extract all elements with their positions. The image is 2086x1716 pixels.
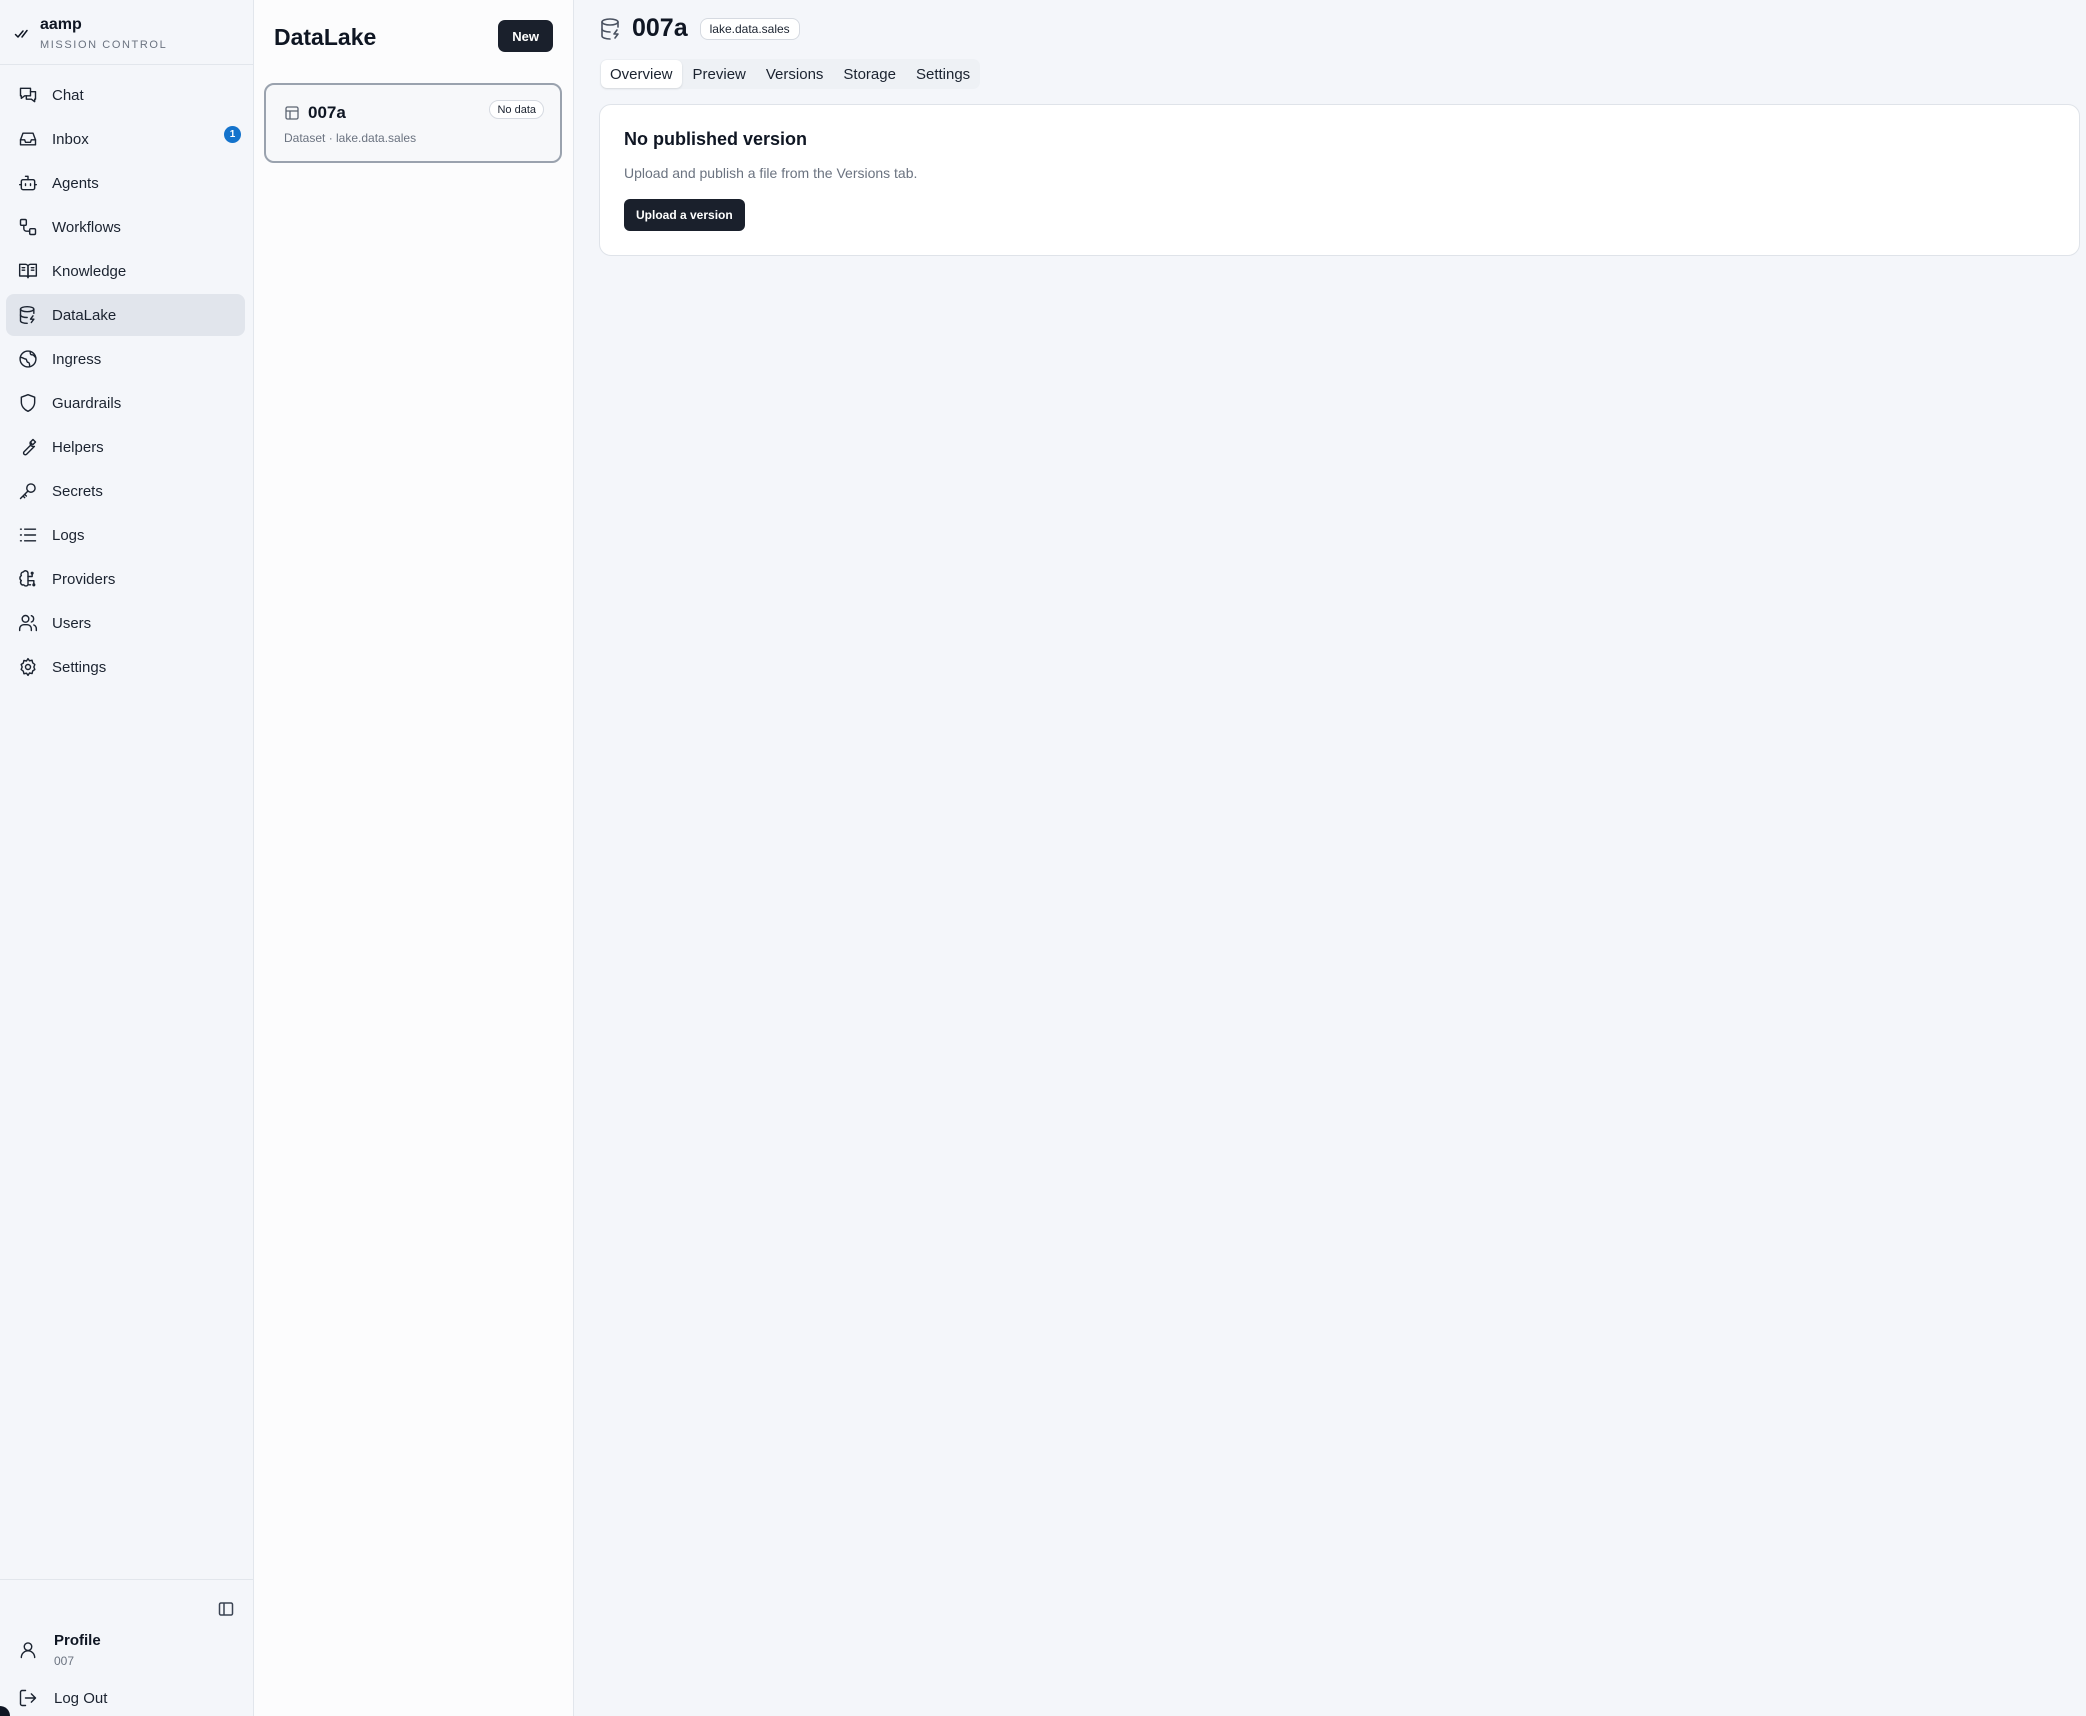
- globe-icon: [18, 349, 38, 369]
- chat-icon: [18, 85, 38, 105]
- book-icon: [18, 261, 38, 281]
- sidebar-item-settings[interactable]: Settings: [6, 646, 245, 688]
- workflow-icon: [18, 217, 38, 237]
- tab-storage[interactable]: Storage: [834, 60, 905, 88]
- users-icon: [18, 613, 38, 633]
- sidebar-item-secrets[interactable]: Secrets: [6, 470, 245, 512]
- sidebar-footer: Profile 007 Log Out: [0, 1579, 253, 1716]
- inbox-count-badge: 1: [224, 126, 241, 143]
- sidebar-item-label: Helpers: [52, 438, 104, 456]
- sidebar-item-label: Secrets: [52, 482, 103, 500]
- sidebar-nav: Chat Inbox 1 Agents Workflows Knowledge …: [0, 65, 253, 688]
- logout-label: Log Out: [54, 1689, 108, 1707]
- sidebar-item-label: Settings: [52, 658, 107, 676]
- detail-tabs: Overview Preview Versions Storage Settin…: [600, 59, 981, 89]
- sidebar: aamp MISSION CONTROL Chat Inbox 1 Agents…: [0, 0, 254, 1716]
- dataset-card[interactable]: 007a No data Dataset · lake.data.sales: [264, 83, 562, 163]
- list-icon: [18, 525, 38, 545]
- sidebar-item-inbox[interactable]: Inbox 1: [6, 118, 245, 160]
- sidebar-item-label: Chat: [52, 86, 84, 104]
- sidebar-item-agents[interactable]: Agents: [6, 162, 245, 204]
- overview-panel: No published version Upload and publish …: [599, 104, 2080, 256]
- profile-username: 007: [54, 1654, 75, 1668]
- sidebar-item-label: Knowledge: [52, 262, 127, 280]
- sidebar-item-label: Providers: [52, 570, 116, 588]
- tab-preview[interactable]: Preview: [684, 60, 755, 88]
- sidebar-item-label: Inbox: [52, 130, 89, 148]
- list-title: DataLake: [274, 24, 377, 50]
- tab-settings[interactable]: Settings: [907, 60, 979, 88]
- sidebar-item-label: Guardrails: [52, 394, 122, 412]
- detail-header: 007a lake.data.sales: [600, 14, 800, 43]
- key-icon: [18, 481, 38, 501]
- sidebar-item-label: Workflows: [52, 218, 121, 236]
- dataset-path-tag: lake.data.sales: [699, 17, 800, 40]
- tab-versions[interactable]: Versions: [757, 60, 833, 88]
- sidebar-item-label: Logs: [52, 526, 85, 544]
- dataset-card-subtitle: Dataset · lake.data.sales: [284, 131, 417, 145]
- sidebar-item-ingress[interactable]: Ingress: [6, 338, 245, 380]
- sidebar-item-workflows[interactable]: Workflows: [6, 206, 245, 248]
- sidebar-item-datalake[interactable]: DataLake: [6, 294, 245, 336]
- sidebar-item-label: Agents: [52, 174, 99, 192]
- dataset-detail: 007a lake.data.sales Overview Preview Ve…: [574, 0, 2086, 1716]
- sidebar-item-label: Ingress: [52, 350, 102, 368]
- shield-icon: [18, 393, 38, 413]
- sidebar-item-logs[interactable]: Logs: [6, 514, 245, 556]
- app: aamp MISSION CONTROL Chat Inbox 1 Agents…: [0, 0, 2086, 1716]
- gear-icon: [18, 657, 38, 677]
- brand[interactable]: aamp MISSION CONTROL: [0, 0, 253, 65]
- brand-logo-icon: [14, 29, 28, 38]
- logout-button[interactable]: Log Out: [18, 1688, 107, 1708]
- dataset-status-badge: No data: [489, 100, 544, 119]
- table-icon: [284, 105, 300, 121]
- inbox-icon: [18, 129, 38, 149]
- sidebar-item-users[interactable]: Users: [6, 602, 245, 644]
- sidebar-item-guardrails[interactable]: Guardrails: [6, 382, 245, 424]
- profile-name: Profile: [54, 1632, 101, 1649]
- brain-icon: [18, 569, 38, 589]
- user-icon: [18, 1640, 38, 1660]
- tab-overview[interactable]: Overview: [601, 60, 682, 88]
- database-icon: [600, 17, 622, 41]
- logout-icon: [18, 1688, 38, 1708]
- sidebar-item-helpers[interactable]: Helpers: [6, 426, 245, 468]
- brand-subtitle: MISSION CONTROL: [40, 39, 168, 51]
- panel-description: Upload and publish a file from the Versi…: [624, 165, 918, 181]
- profile-menu[interactable]: Profile 007: [18, 1632, 101, 1668]
- sidebar-item-label: DataLake: [52, 306, 117, 324]
- sidebar-toggle-icon[interactable]: [217, 1600, 235, 1618]
- dataset-card-title: 007a: [308, 103, 346, 122]
- sidebar-item-providers[interactable]: Providers: [6, 558, 245, 600]
- database-icon: [18, 305, 38, 325]
- sidebar-item-chat[interactable]: Chat: [6, 74, 245, 116]
- bot-icon: [18, 173, 38, 193]
- panel-title: No published version: [624, 129, 808, 149]
- wrench-icon: [18, 437, 38, 457]
- sidebar-item-label: Users: [52, 614, 92, 632]
- dataset-list-panel: DataLake New 007a No data Dataset · lake…: [254, 0, 574, 1716]
- new-dataset-button[interactable]: New: [498, 20, 553, 52]
- upload-version-button[interactable]: Upload a version: [624, 199, 745, 231]
- sidebar-item-knowledge[interactable]: Knowledge: [6, 250, 245, 292]
- page-title: 007a: [632, 14, 688, 42]
- brand-name: aamp: [40, 16, 82, 33]
